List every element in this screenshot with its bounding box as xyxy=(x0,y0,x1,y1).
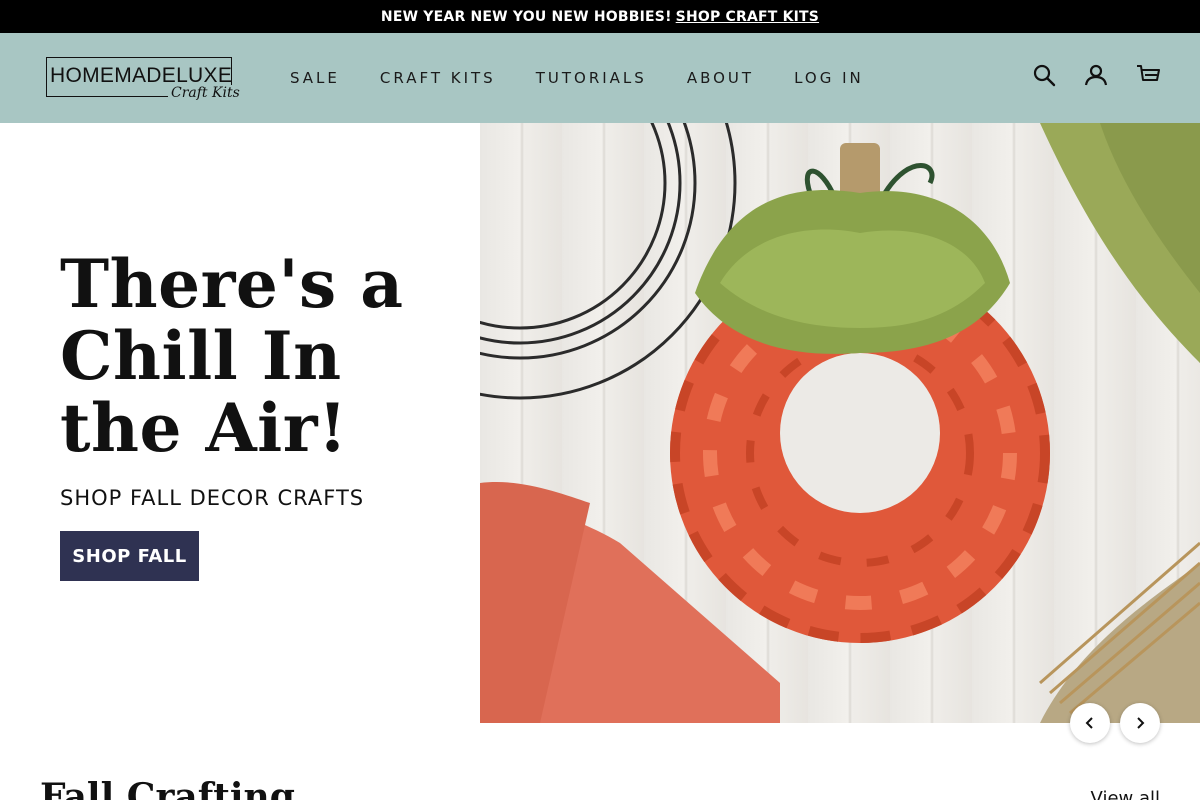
slider-prev-button[interactable] xyxy=(1070,703,1110,743)
hero-text: There's a Chill In the Air! SHOP FALL DE… xyxy=(60,248,460,510)
announcement-bar: NEW YEAR NEW YOU NEW HOBBIES! SHOP CRAFT… xyxy=(0,0,1200,33)
nav-item-craft-kits[interactable]: CRAFT KITS xyxy=(380,69,496,87)
logo[interactable]: HOMEMADELUXE Craft Kits xyxy=(46,57,243,109)
logo-script: Craft Kits xyxy=(168,85,243,101)
header-icons xyxy=(1032,63,1160,87)
wreath-illustration xyxy=(480,123,1200,723)
site-header: HOMEMADELUXE Craft Kits SALE CRAFT KITS … xyxy=(0,33,1200,123)
chevron-right-icon xyxy=(1137,717,1145,729)
nav-item-sale[interactable]: SALE xyxy=(290,69,340,87)
announcement-link[interactable]: SHOP CRAFT KITS xyxy=(676,9,819,25)
nav-item-about[interactable]: ABOUT xyxy=(687,69,754,87)
shop-fall-button[interactable]: SHOP FALL xyxy=(60,531,199,581)
nav-item-tutorials[interactable]: TUTORIALS xyxy=(536,69,647,87)
hero-subtitle: SHOP FALL DECOR CRAFTS xyxy=(60,486,365,510)
main-nav: SALE CRAFT KITS TUTORIALS ABOUT LOG IN xyxy=(290,33,904,123)
account-icon[interactable] xyxy=(1084,63,1108,87)
announcement-text: NEW YEAR NEW YOU NEW HOBBIES! xyxy=(380,8,672,25)
search-icon[interactable] xyxy=(1032,63,1056,87)
hero-image xyxy=(480,123,1200,723)
chevron-left-icon xyxy=(1085,717,1093,729)
view-all-link[interactable]: View all xyxy=(1091,788,1160,800)
hero-title: There's a Chill In the Air! xyxy=(60,245,404,467)
nav-item-log-in[interactable]: LOG IN xyxy=(794,69,864,87)
cart-icon[interactable] xyxy=(1136,63,1160,87)
section-title: Fall Crafting xyxy=(40,776,295,800)
slider-next-button[interactable] xyxy=(1120,703,1160,743)
